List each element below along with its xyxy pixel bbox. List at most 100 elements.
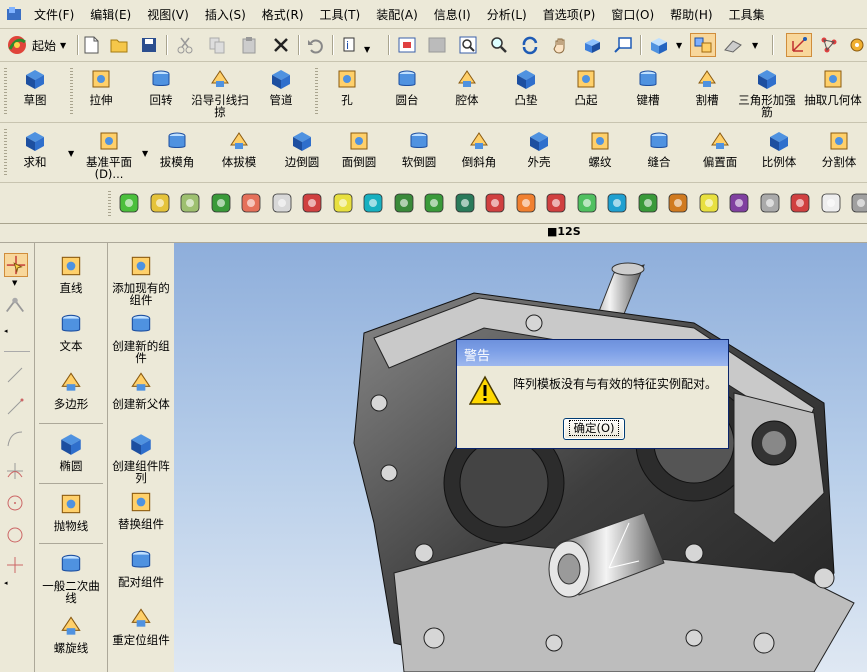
menu-item-8[interactable]: 分析(L) (479, 6, 535, 23)
delete-button[interactable] (270, 34, 292, 56)
draft-button[interactable]: 拔模角 (155, 129, 199, 168)
arc-tool-button[interactable] (5, 429, 25, 452)
sketch-button[interactable]: 草图 (14, 67, 56, 106)
cut-button[interactable] (174, 34, 196, 56)
thread-button[interactable]: 螺纹 (578, 129, 622, 168)
reposition-component-button[interactable]: 重定位组件 (108, 605, 174, 646)
boss-button[interactable]: 圆台 (386, 67, 428, 106)
standard-part-17-icon[interactable] (637, 192, 659, 214)
standard-part-6-icon[interactable] (301, 192, 323, 214)
emboss-button[interactable]: 凸起 (565, 67, 607, 106)
standard-part-19-icon[interactable] (698, 192, 720, 214)
sync-button[interactable] (846, 34, 867, 56)
undo-button[interactable] (304, 34, 326, 56)
slot-button[interactable]: 键槽 (627, 67, 669, 106)
standard-part-13-icon[interactable] (515, 192, 537, 214)
standard-part-10-icon[interactable] (423, 192, 445, 214)
menu-item-4[interactable]: 格式(R) (254, 6, 312, 23)
zoom-area-button[interactable] (426, 34, 448, 56)
standard-part-7-icon[interactable] (332, 192, 354, 214)
menu-item-5[interactable]: 工具(T) (312, 6, 369, 23)
standard-part-12-icon[interactable] (484, 192, 506, 214)
shaded-button[interactable] (581, 34, 603, 56)
standard-part-16-icon[interactable] (606, 192, 628, 214)
open-file-button[interactable] (108, 34, 130, 56)
line-tool-2-button[interactable] (5, 397, 25, 420)
chamfer-button[interactable]: 倒斜角 (457, 129, 501, 168)
render-style-button[interactable] (648, 34, 670, 56)
sew-button[interactable]: 缝合 (637, 129, 681, 168)
mate-component-button[interactable]: 配对组件 (108, 547, 174, 588)
standard-part-0-icon[interactable] (118, 192, 140, 214)
pocket-button[interactable]: 腔体 (446, 67, 488, 106)
menu-item-10[interactable]: 窗口(O) (603, 6, 662, 23)
circle-2-tool-button[interactable] (5, 525, 25, 548)
rotate-button[interactable] (519, 34, 541, 56)
standard-part-8-icon[interactable] (362, 192, 384, 214)
line-tool-button[interactable] (5, 365, 25, 388)
standard-part-20-icon[interactable] (728, 192, 750, 214)
snap-point-button[interactable] (4, 295, 28, 319)
polygon-button[interactable]: 多边形 (35, 369, 107, 410)
chevron-down-icon[interactable]: ▼ (68, 149, 74, 158)
replace-component-button[interactable]: 替换组件 (108, 489, 174, 530)
start-button[interactable]: 起始 ▼ (6, 34, 66, 56)
sweep-button[interactable]: 沿导引线扫掠 (190, 67, 250, 118)
point-tool-button[interactable] (5, 555, 25, 578)
new-file-button[interactable] (80, 34, 102, 56)
standard-part-24-icon[interactable] (850, 192, 867, 214)
standard-part-4-icon[interactable] (240, 192, 262, 214)
menu-item-2[interactable]: 视图(V) (139, 6, 197, 23)
menu-item-6[interactable]: 装配(A) (368, 6, 426, 23)
standard-part-11-icon[interactable] (454, 192, 476, 214)
shell-button[interactable]: 外壳 (517, 129, 561, 168)
add-component-button[interactable]: 添加现有的组件 (108, 253, 174, 306)
circle-tool-button[interactable] (5, 493, 25, 516)
paste-button[interactable] (238, 34, 260, 56)
standard-part-1-icon[interactable] (149, 192, 171, 214)
body-draft-button[interactable]: 体拔模 (217, 129, 261, 168)
standard-part-15-icon[interactable] (576, 192, 598, 214)
standard-part-5-icon[interactable] (271, 192, 293, 214)
conic-button[interactable]: 一般二次曲线 (35, 551, 107, 604)
standard-part-22-icon[interactable] (789, 192, 811, 214)
menu-item-1[interactable]: 编辑(E) (82, 6, 139, 23)
rib-button[interactable]: 三角形加强筋 (737, 67, 797, 118)
standard-part-2-icon[interactable] (179, 192, 201, 214)
zoom-button[interactable] (457, 34, 479, 56)
fillet-tool-button[interactable] (5, 461, 25, 484)
split-button[interactable]: 分割体 (816, 129, 862, 168)
line-button[interactable]: 直线 (35, 253, 107, 294)
info-button[interactable]: i (340, 34, 362, 56)
standard-part-23-icon[interactable] (820, 192, 842, 214)
save-button[interactable] (138, 34, 160, 56)
pad-button[interactable]: 凸垫 (505, 67, 547, 106)
revolve-button[interactable]: 回转 (140, 67, 182, 106)
scale-button[interactable]: 比例体 (756, 129, 802, 168)
chevron-down-icon[interactable]: ▼ (142, 149, 148, 158)
parabola-button[interactable]: 抛物线 (35, 491, 107, 532)
copy-button[interactable] (206, 34, 228, 56)
ellipse-button[interactable]: 椭圆 (35, 431, 107, 472)
groove-button[interactable]: 割槽 (686, 67, 728, 106)
standard-part-9-icon[interactable] (393, 192, 415, 214)
create-parent-button[interactable]: 创建新父体 (108, 369, 174, 410)
menu-item-7[interactable]: 信息(I) (426, 6, 479, 23)
datum-plane-button[interactable]: 基准平面(D)... (78, 129, 140, 180)
ok-button[interactable]: 确定(O) (563, 418, 625, 440)
offset-face-button[interactable]: 偏置面 (696, 129, 744, 168)
standard-part-21-icon[interactable] (759, 192, 781, 214)
soft-blend-button[interactable]: 软倒圆 (397, 129, 441, 168)
menu-item-12[interactable]: 工具集 (721, 6, 773, 23)
tube-button[interactable]: 管道 (260, 67, 302, 106)
menu-item-0[interactable]: 文件(F) (26, 6, 82, 23)
face-blend-button[interactable]: 面倒圆 (337, 129, 381, 168)
assembly-nav-button[interactable] (818, 34, 840, 56)
create-component-button[interactable]: 创建新的组件 (108, 311, 174, 364)
extrude-button[interactable]: 拉伸 (80, 67, 122, 106)
menu-item-9[interactable]: 首选项(P) (535, 6, 604, 23)
pan-button[interactable] (550, 34, 572, 56)
wcs-button[interactable] (786, 33, 812, 57)
unite-button[interactable]: 求和 (14, 129, 56, 168)
hole-button[interactable]: 孔 (326, 67, 368, 106)
